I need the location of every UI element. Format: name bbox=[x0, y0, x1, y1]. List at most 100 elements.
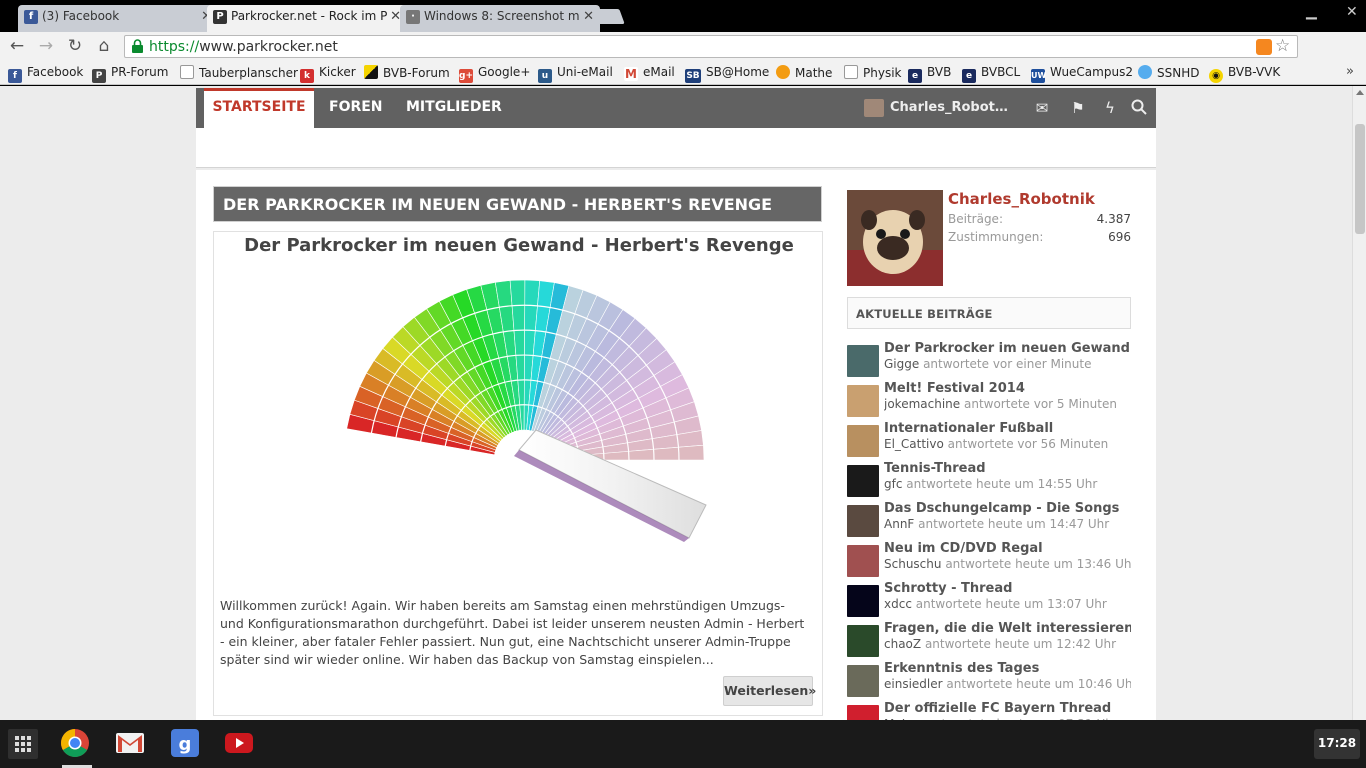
avatar[interactable] bbox=[847, 665, 879, 697]
recent-post-title[interactable]: Der Parkrocker im neuen Gewand -... bbox=[884, 341, 1131, 356]
home-icon[interactable]: ⌂ bbox=[93, 36, 115, 56]
lightning-icon[interactable]: ϟ bbox=[1101, 99, 1119, 117]
bookmark-google-plus[interactable]: g+ Google+ bbox=[459, 65, 530, 83]
avatar[interactable] bbox=[847, 705, 879, 720]
profile-avatar[interactable] bbox=[847, 190, 943, 286]
recent-post-title[interactable]: Schrotty - Thread bbox=[884, 581, 1131, 596]
avatar[interactable] bbox=[847, 545, 879, 577]
svg-text:g: g bbox=[179, 734, 192, 755]
address-bar[interactable]: https://www.parkrocker.net ☆ bbox=[124, 35, 1298, 58]
posts-value[interactable]: 4.387 bbox=[1060, 212, 1131, 226]
os-taskbar: g 17:28 bbox=[0, 720, 1366, 768]
youtube-icon[interactable] bbox=[224, 728, 254, 758]
bookmark-physik[interactable]: Physik bbox=[844, 65, 901, 80]
forward-icon[interactable]: → bbox=[35, 36, 57, 56]
recent-post-user[interactable]: jokemachine bbox=[884, 397, 960, 411]
bookmark-bvbcl[interactable]: e BVBCL bbox=[962, 65, 1020, 83]
recent-post-title[interactable]: Neu im CD/DVD Regal bbox=[884, 541, 1131, 556]
recent-post-item[interactable]: Neu im CD/DVD Regal Schuschu antwortete h… bbox=[847, 541, 1131, 581]
recent-post-title[interactable]: Der offizielle FC Bayern Thread bbox=[884, 701, 1131, 716]
avatar[interactable] bbox=[847, 585, 879, 617]
recent-post-user[interactable]: xdcc bbox=[884, 597, 912, 611]
bookmark-label: BVB-Forum bbox=[383, 66, 450, 80]
tab-mitglieder[interactable]: MITGLIEDER bbox=[406, 88, 502, 128]
scrollbar[interactable] bbox=[1352, 86, 1366, 720]
recent-post-title[interactable]: Fragen, die die Welt interessieren... bbox=[884, 621, 1131, 636]
scrollbar-thumb[interactable] bbox=[1355, 124, 1365, 234]
bookmark-facebook[interactable]: f Facebook bbox=[8, 65, 83, 83]
recent-post-title[interactable]: Melt! Festival 2014 bbox=[884, 381, 1131, 396]
bookmark-bvb[interactable]: e BVB bbox=[908, 65, 951, 83]
likes-value[interactable]: 696 bbox=[1060, 230, 1131, 244]
bookmark-uni-email[interactable]: u Uni-eMail bbox=[538, 65, 613, 83]
recent-post-user[interactable]: AnnF bbox=[884, 517, 914, 531]
recent-post-item[interactable]: Der Parkrocker im neuen Gewand -... Gigge… bbox=[847, 341, 1131, 381]
bookmark-pr-forum[interactable]: P PR-Forum bbox=[92, 65, 168, 83]
bookmark-mathe[interactable]: Mathe bbox=[776, 65, 832, 80]
bookmark-bvb-forum[interactable]: BVB-Forum bbox=[364, 65, 450, 80]
recent-post-item[interactable]: Erkenntnis des Tages einsiedler antwortet… bbox=[847, 661, 1131, 701]
reload-icon[interactable]: ↻ bbox=[64, 36, 86, 56]
facebook-icon: f bbox=[8, 69, 22, 83]
avatar[interactable] bbox=[847, 465, 879, 497]
chrome-icon[interactable] bbox=[60, 728, 90, 758]
tab-parkrocker[interactable]: P Parkrocker.net - Rock im P ✕ bbox=[207, 5, 407, 32]
launcher-icon[interactable] bbox=[8, 729, 38, 759]
recent-post-title[interactable]: Das Dschungelcamp - Die Songs bbox=[884, 501, 1131, 516]
avatar[interactable] bbox=[847, 625, 879, 657]
close-window-icon[interactable]: ✕ bbox=[1346, 4, 1358, 20]
back-icon[interactable]: ← bbox=[6, 36, 28, 56]
system-clock[interactable]: 17:28 bbox=[1314, 729, 1360, 759]
recent-post-item[interactable]: Internationaler Fußball El_Cattivo antwor… bbox=[847, 421, 1131, 461]
user-menu[interactable]: Charles_Robot… bbox=[864, 88, 1008, 128]
article-title[interactable]: Der Parkrocker im neuen Gewand - Herbert… bbox=[214, 235, 824, 256]
flag-icon[interactable]: ⚑ bbox=[1069, 99, 1087, 117]
bookmark-tauberplanscher[interactable]: Tauberplanscher bbox=[180, 65, 298, 80]
page-viewport: STARTSEITE FOREN MITGLIEDER Charles_Robo… bbox=[0, 86, 1352, 720]
avatar[interactable] bbox=[847, 505, 879, 537]
bookmark-bvb-vvk[interactable]: ◉ BVB-VVK bbox=[1209, 65, 1280, 83]
bookmark-kicker[interactable]: k Kicker bbox=[300, 65, 356, 83]
mail-icon[interactable]: ✉ bbox=[1033, 99, 1051, 117]
avatar[interactable] bbox=[847, 385, 879, 417]
rss-icon[interactable] bbox=[1256, 39, 1272, 55]
recent-post-user[interactable]: El_Cattivo bbox=[884, 437, 944, 451]
lock-icon bbox=[132, 39, 143, 53]
recent-post-user[interactable]: chaoZ bbox=[884, 637, 921, 651]
recent-post-user[interactable]: gfc bbox=[884, 477, 902, 491]
recent-post-user[interactable]: einsiedler bbox=[884, 677, 943, 691]
bookmark-ssnhd[interactable]: SSNHD bbox=[1138, 65, 1199, 80]
tab-foren[interactable]: FOREN bbox=[329, 88, 383, 128]
tab-windows8[interactable]: · Windows 8: Screenshot m ✕ bbox=[400, 5, 600, 32]
bookmark-email[interactable]: MeMail bbox=[624, 65, 675, 81]
recent-post-item[interactable]: Melt! Festival 2014 jokemachine antwortet… bbox=[847, 381, 1131, 421]
avatar[interactable] bbox=[847, 425, 879, 457]
recent-post-title[interactable]: Internationaler Fußball bbox=[884, 421, 1131, 436]
recent-post-item[interactable]: Das Dschungelcamp - Die Songs AnnF antwor… bbox=[847, 501, 1131, 541]
recent-post-item[interactable]: Schrotty - Thread xdcc antwortete heute u… bbox=[847, 581, 1131, 621]
bookmark-wuecampus2[interactable]: UW WueCampus2 bbox=[1031, 65, 1133, 83]
gmail-icon[interactable] bbox=[115, 728, 145, 758]
profile-name[interactable]: Charles_Robotnik bbox=[948, 190, 1095, 208]
tab-startseite[interactable]: STARTSEITE bbox=[204, 88, 314, 128]
tab-facebook[interactable]: f (3) Facebook ✕ bbox=[18, 5, 218, 32]
bookmark-sb-home[interactable]: SB SB@Home bbox=[685, 65, 769, 83]
google-search-icon[interactable]: g bbox=[170, 728, 200, 758]
recent-post-title[interactable]: Erkenntnis des Tages bbox=[884, 661, 1131, 676]
bookmark-label: eMail bbox=[643, 65, 675, 79]
recent-post-item[interactable]: Tennis-Thread gfc antwortete heute um 14:… bbox=[847, 461, 1131, 501]
bookmark-star-icon[interactable]: ☆ bbox=[1275, 36, 1290, 56]
recent-post-item[interactable]: Der offizielle FC Bayern ThreadMaLoo ant… bbox=[847, 701, 1131, 720]
recent-post-title[interactable]: Tennis-Thread bbox=[884, 461, 1131, 476]
recent-post-user[interactable]: Gigge bbox=[884, 357, 919, 371]
read-more-button[interactable]: Weiterlesen» bbox=[723, 676, 816, 706]
search-icon[interactable] bbox=[1130, 99, 1148, 117]
more-bookmarks-icon[interactable]: » bbox=[1346, 64, 1354, 79]
scroll-up-icon[interactable] bbox=[1356, 90, 1364, 95]
recent-post-item[interactable]: Fragen, die die Welt interessieren... cha… bbox=[847, 621, 1131, 661]
recent-post-user[interactable]: Schuschu bbox=[884, 557, 942, 571]
recent-post-action: antwortete heute um 13:07 Uhr bbox=[915, 597, 1107, 611]
avatar[interactable] bbox=[847, 345, 879, 377]
new-tab-button[interactable] bbox=[591, 9, 625, 24]
minimize-icon[interactable]: ▁ bbox=[1306, 4, 1317, 20]
